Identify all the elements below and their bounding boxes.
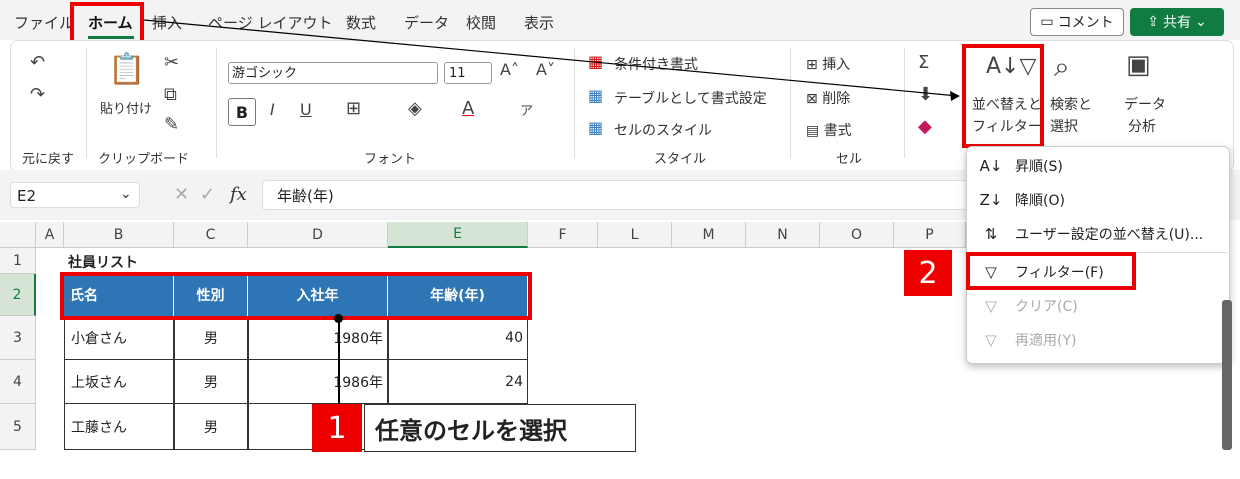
arrow-head: [950, 91, 960, 101]
custom-sort-icon: ⇅: [984, 225, 998, 243]
menu-item-custom-sort[interactable]: ⇅ ユーザー設定の並べ替え(U)...: [967, 217, 1229, 251]
menu-item-label: 降順(O): [1015, 193, 1065, 209]
clear-filter-icon: ▽: [985, 297, 997, 315]
menu-item-reapply[interactable]: ▽ 再適用(Y): [967, 323, 1229, 357]
menu-item-sort-ascending[interactable]: A↓ 昇順(S): [967, 149, 1229, 183]
menu-item-label: クリア(C): [1015, 299, 1078, 315]
sort-asc-icon: A↓: [979, 157, 1003, 175]
reapply-icon: ▽: [985, 331, 997, 349]
filter-item-highlight: [966, 252, 1136, 290]
step-badge: 2: [904, 250, 952, 296]
arrow-home-to-sort: [143, 19, 959, 97]
vertical-scrollbar[interactable]: [1222, 300, 1232, 450]
menu-item-label: ユーザー設定の並べ替え(U)...: [1015, 227, 1204, 243]
menu-item-label: 再適用(Y): [1015, 333, 1077, 349]
menu-item-label: 昇順(S): [1015, 159, 1063, 175]
menu-item-sort-descending[interactable]: Z↓ 降順(O): [967, 183, 1229, 217]
sort-desc-icon: Z↓: [979, 191, 1003, 209]
menu-item-clear[interactable]: ▽ クリア(C): [967, 289, 1229, 323]
